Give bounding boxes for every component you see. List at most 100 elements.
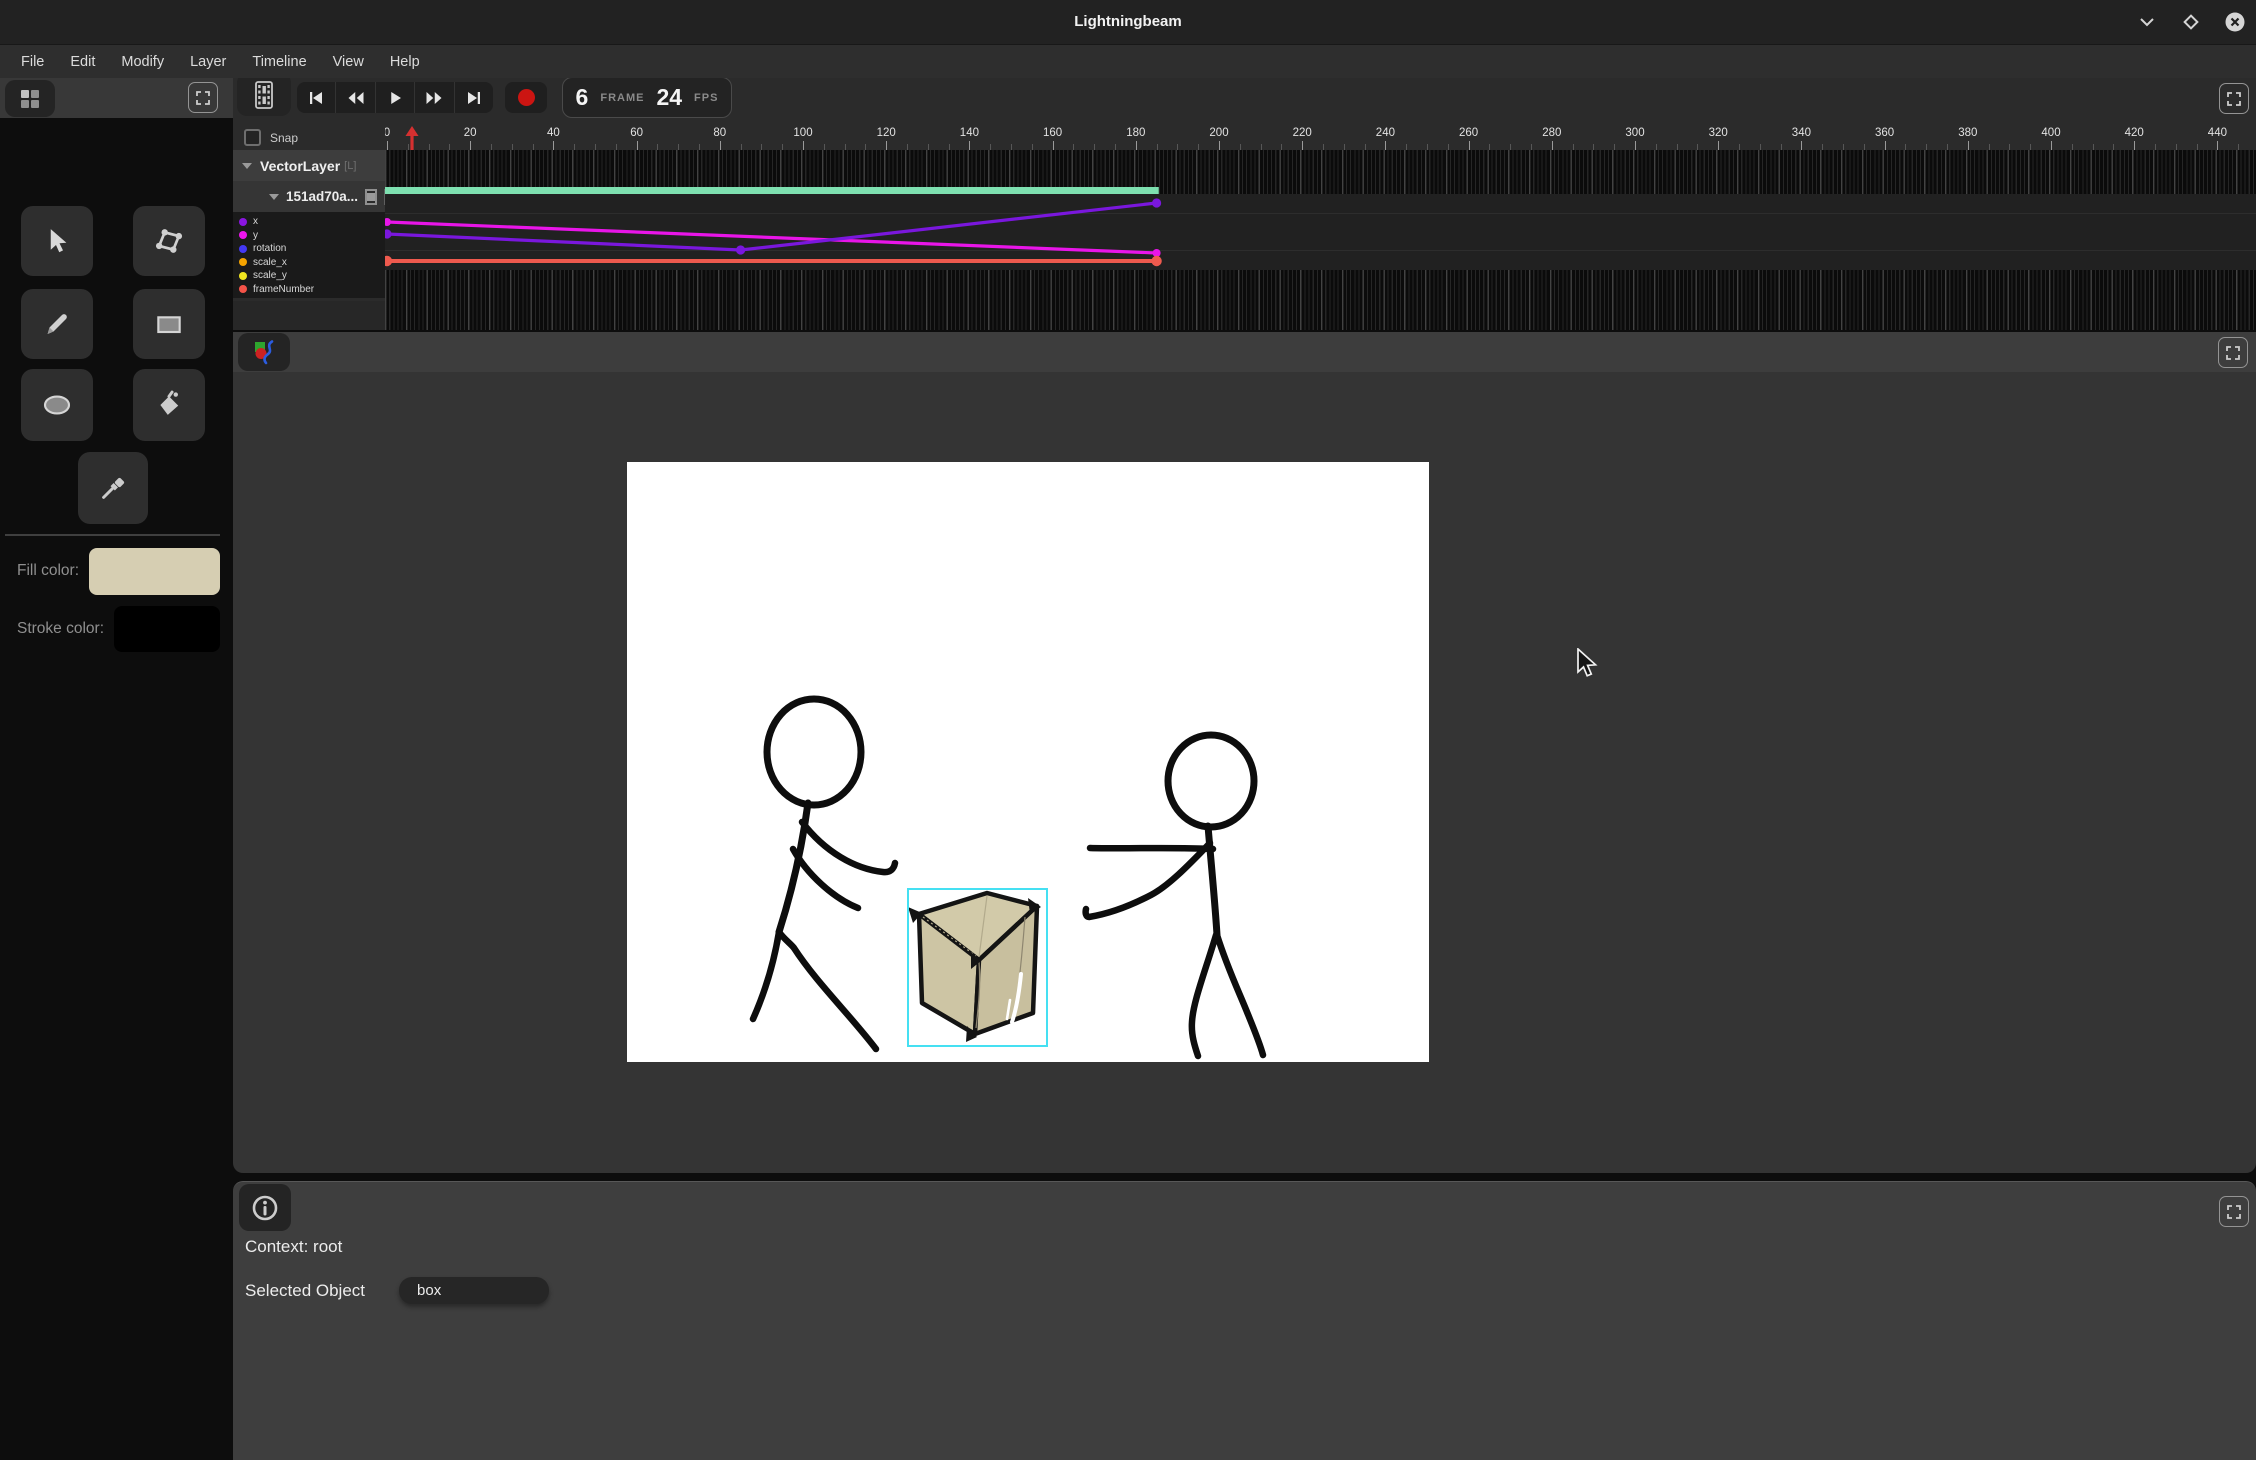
layer-row-vectorlayer[interactable]: VectorLayer [L] xyxy=(233,150,385,181)
fps-label: FPS xyxy=(694,92,718,104)
timeline-expand-button[interactable] xyxy=(2219,83,2249,114)
playback-controls xyxy=(297,82,493,113)
playhead[interactable] xyxy=(405,126,419,150)
rectangle-tool-button[interactable] xyxy=(133,289,205,359)
fast-forward-button[interactable] xyxy=(415,82,454,113)
menu-item-edit[interactable]: Edit xyxy=(57,45,108,79)
object-name: 151ad70a... xyxy=(286,189,358,204)
canvas-expand-button[interactable] xyxy=(2218,337,2248,368)
property-label: rotation xyxy=(253,243,286,254)
sidebar-header xyxy=(0,78,233,118)
property-row-scale-x[interactable]: scale_x xyxy=(233,256,385,270)
keyframe-mode-button[interactable] xyxy=(365,189,377,205)
rewind-button[interactable] xyxy=(336,82,375,113)
eyedropper-tool-button[interactable] xyxy=(78,452,148,524)
snap-checkbox[interactable] xyxy=(244,129,261,146)
panel-grid-button[interactable] xyxy=(5,80,55,117)
keyframe-frameNumber[interactable] xyxy=(385,256,392,266)
info-button[interactable] xyxy=(239,1184,291,1231)
layer-extent-bar[interactable] xyxy=(385,187,1159,194)
ruler-label: 320 xyxy=(1709,127,1728,139)
window-controls xyxy=(2136,0,2246,44)
property-row-framenumber[interactable]: frameNumber xyxy=(233,283,385,297)
ruler-label: 80 xyxy=(713,127,726,139)
keyframe-y[interactable] xyxy=(385,218,391,226)
ellipse-tool-button[interactable] xyxy=(21,369,93,441)
ruler-label: 400 xyxy=(2041,127,2060,139)
keyframe-track-area[interactable] xyxy=(385,150,2256,330)
menu-item-view[interactable]: View xyxy=(320,45,377,79)
ruler-label: 220 xyxy=(1293,127,1312,139)
ruler-tick xyxy=(1885,141,1886,150)
maximize-button[interactable] xyxy=(2180,11,2202,33)
ruler-tick xyxy=(470,141,471,150)
menu-bar: File Edit Modify Layer Timeline View Hel… xyxy=(0,44,2256,78)
record-icon xyxy=(518,89,535,106)
keyframe-x[interactable] xyxy=(736,245,745,254)
property-color-dot xyxy=(239,285,247,293)
animation-stage[interactable] xyxy=(627,462,1429,1062)
transform-tool-button[interactable] xyxy=(133,206,205,276)
select-arrow-icon xyxy=(42,226,72,256)
record-button[interactable] xyxy=(505,82,547,113)
stroke-color-swatch[interactable] xyxy=(114,606,220,652)
menu-item-timeline[interactable]: Timeline xyxy=(239,45,319,79)
pencil-tool-button[interactable] xyxy=(21,289,93,359)
ruler-label: 120 xyxy=(877,127,896,139)
filmstrip-icon xyxy=(253,80,275,110)
keyframe-x[interactable] xyxy=(385,229,392,238)
timeline-ruler[interactable]: 0204060801001201401601802002202402602803… xyxy=(385,125,2256,150)
object-row[interactable]: 151ad70a... ~ xyxy=(233,181,385,212)
info-icon xyxy=(251,1194,279,1222)
ruler-label: 60 xyxy=(630,127,643,139)
expand-icon xyxy=(2225,345,2241,361)
shapes-mode-button[interactable] xyxy=(238,333,290,371)
close-button[interactable] xyxy=(2224,11,2246,33)
keyframe-frameNumber[interactable] xyxy=(1151,256,1161,266)
menu-item-layer[interactable]: Layer xyxy=(177,45,239,79)
fill-color-label: Fill color: xyxy=(17,562,79,580)
fill-color-swatch[interactable] xyxy=(89,548,220,595)
play-button[interactable] xyxy=(376,82,415,113)
property-color-dot xyxy=(239,245,247,253)
expand-icon xyxy=(195,90,211,106)
curve-y[interactable] xyxy=(387,222,1157,253)
property-row-scale-y[interactable]: scale_y xyxy=(233,269,385,283)
property-label: frameNumber xyxy=(253,284,314,295)
ruler-tick xyxy=(969,141,970,150)
selected-object-value: box xyxy=(417,1282,441,1299)
ruler-label: 420 xyxy=(2125,127,2144,139)
film-button[interactable] xyxy=(237,78,291,116)
property-row-x[interactable]: x xyxy=(233,215,385,229)
menu-item-file[interactable]: File xyxy=(8,45,57,79)
snap-row: Snap xyxy=(233,125,385,150)
menu-item-help[interactable]: Help xyxy=(377,45,433,79)
minimize-button[interactable] xyxy=(2136,11,2158,33)
box-object[interactable] xyxy=(908,889,1047,1046)
ruler-tick xyxy=(1469,141,1470,150)
keyframe-x[interactable] xyxy=(1152,198,1161,207)
frame-label: FRAME xyxy=(600,92,644,104)
property-row-y[interactable]: y xyxy=(233,229,385,243)
collapse-triangle-icon[interactable] xyxy=(242,163,252,169)
selected-object-field[interactable]: box xyxy=(399,1277,549,1304)
sidebar-expand-button[interactable] xyxy=(188,82,218,113)
skip-to-end-button[interactable] xyxy=(455,82,493,113)
collapse-triangle-icon[interactable] xyxy=(269,194,279,200)
canvas-panel xyxy=(233,332,2256,1173)
select-tool-button[interactable] xyxy=(21,206,93,276)
ruler-tick xyxy=(1718,141,1719,150)
property-row-rotation[interactable]: rotation xyxy=(233,242,385,256)
stick-figure-left xyxy=(753,699,895,1049)
property-color-dot xyxy=(239,272,247,280)
play-icon xyxy=(386,89,404,107)
inspector-expand-button[interactable] xyxy=(2219,1196,2249,1227)
paint-bucket-tool-button[interactable] xyxy=(133,369,205,441)
skip-to-start-button[interactable] xyxy=(297,82,336,113)
fps-value: 24 xyxy=(656,84,682,111)
ruler-label: 0 xyxy=(385,127,390,139)
menu-item-modify[interactable]: Modify xyxy=(108,45,177,79)
layer-name: VectorLayer xyxy=(260,158,340,174)
ruler-label: 280 xyxy=(1542,127,1561,139)
pencil-icon xyxy=(42,309,72,339)
